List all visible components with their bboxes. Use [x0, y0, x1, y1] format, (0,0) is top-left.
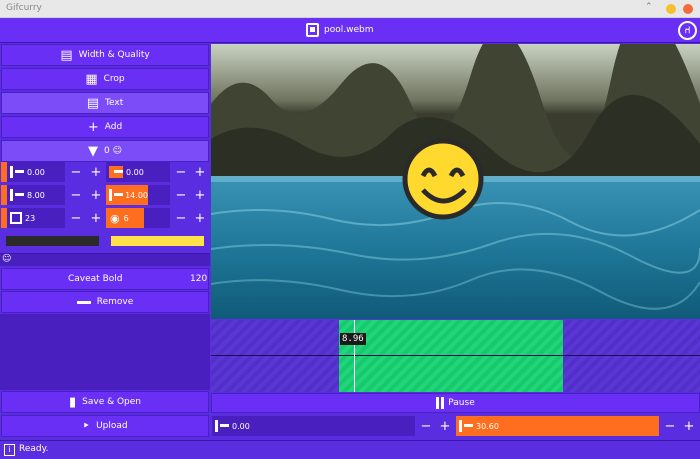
clip-end-minus-button[interactable]: −: [661, 416, 679, 436]
text-y-plus-button[interactable]: +: [191, 162, 209, 182]
text-y-value: 0.00: [126, 167, 144, 177]
text-end-field-rest[interactable]: [148, 185, 170, 205]
playhead-time: 8.96: [340, 333, 366, 345]
status-bar: i Ready.: [0, 440, 700, 459]
file-icon: [306, 23, 319, 37]
minus-icon: [76, 300, 91, 304]
text-start-plus-button[interactable]: +: [87, 185, 105, 205]
add-button[interactable]: + Add: [1, 116, 209, 138]
text-outline-minus-button[interactable]: −: [172, 208, 190, 228]
width-quality-button[interactable]: ▤ Width & Quality: [1, 44, 209, 66]
upload-button[interactable]: ‣ Upload: [1, 415, 209, 437]
clip-range[interactable]: [339, 320, 563, 392]
minimize-button[interactable]: [666, 4, 676, 14]
fill-color-swatch[interactable]: [110, 235, 205, 247]
clip-start-minus-button[interactable]: −: [417, 416, 435, 436]
text-button[interactable]: ▤ Text: [1, 92, 209, 114]
playhead[interactable]: [354, 320, 355, 392]
sidebar-empty-area: [0, 314, 210, 390]
remove-label: Remove: [96, 297, 134, 307]
start-time-icon: [10, 189, 24, 201]
rotation-icon: [10, 212, 22, 224]
font-selector[interactable]: Caveat Bold 120: [1, 268, 209, 290]
crop-button[interactable]: ▦ Crop: [1, 68, 209, 90]
clip-start-plus-button[interactable]: +: [436, 416, 454, 436]
text-outline-plus-button[interactable]: +: [191, 208, 209, 228]
text-start-value: 8.00: [27, 190, 45, 200]
outline-color-swatch[interactable]: [5, 235, 100, 247]
text-end-minus-button[interactable]: −: [172, 185, 190, 205]
text-x-plus-button[interactable]: +: [87, 162, 105, 182]
width-quality-icon: ▤: [60, 47, 73, 63]
text-document-icon: ▤: [86, 95, 100, 111]
timeline-center-line: [211, 355, 700, 356]
clip-end-plus-button[interactable]: +: [680, 416, 698, 436]
save-open-button[interactable]: ▮ Save & Open: [1, 391, 209, 413]
crop-icon: ▦: [85, 71, 98, 87]
window-title: Gifcurry: [6, 3, 42, 13]
text-rotation-field[interactable]: 23: [1, 208, 65, 228]
microphone-icon: ▼: [88, 143, 98, 159]
text-label: Text: [105, 98, 124, 108]
upload-label: Upload: [96, 421, 128, 431]
upload-icon: ‣: [82, 418, 91, 434]
text-layer-index: 0 ☺: [104, 146, 122, 156]
text-y-field[interactable]: 0.00: [106, 162, 170, 182]
add-label: Add: [104, 122, 123, 132]
text-content-value: ☺: [2, 254, 12, 264]
video-preview: [211, 44, 700, 319]
text-outline-value: 6: [123, 213, 129, 223]
clip-end-field[interactable]: 30.60: [456, 416, 659, 436]
crop-label: Crop: [103, 74, 125, 84]
width-quality-label: Width & Quality: [78, 50, 150, 60]
text-start-field[interactable]: 8.00: [1, 185, 65, 205]
text-start-minus-button[interactable]: −: [67, 185, 85, 205]
start-time-icon: [215, 420, 229, 432]
timeline[interactable]: 8.96: [211, 320, 700, 392]
text-y-minus-button[interactable]: −: [172, 162, 190, 182]
end-time-icon: [459, 420, 473, 432]
position-y-icon: [109, 166, 123, 178]
file-name: pool.webm: [324, 25, 374, 35]
clip-end-value: 30.60: [476, 421, 499, 431]
text-rotation-value: 23: [25, 213, 36, 223]
text-rotation-plus-button[interactable]: +: [87, 208, 105, 228]
text-content-input[interactable]: ☺: [0, 253, 210, 266]
info-icon: i: [4, 444, 15, 456]
status-text: Ready.: [19, 444, 49, 454]
text-layer-selector[interactable]: ▼ 0 ☺: [1, 140, 209, 162]
close-button[interactable]: [683, 4, 693, 14]
text-end-value: 14.00: [125, 190, 148, 200]
text-end-plus-button[interactable]: +: [191, 185, 209, 205]
save-open-label: Save & Open: [82, 397, 142, 407]
text-x-field[interactable]: 0.00: [1, 162, 65, 182]
text-outline-field-rest[interactable]: [144, 208, 170, 228]
text-x-value: 0.00: [27, 167, 45, 177]
outline-icon: ◉: [110, 211, 120, 225]
plus-icon: +: [87, 119, 99, 135]
app-logo-icon: ⑁: [678, 21, 697, 40]
collapse-icon[interactable]: ⌃: [645, 2, 653, 12]
position-x-icon: [10, 166, 24, 178]
window-titlebar: Gifcurry ⌃: [0, 0, 700, 18]
preview-image: [211, 44, 700, 319]
app-header: pool.webm ⑁: [0, 18, 700, 43]
text-rotation-minus-button[interactable]: −: [67, 208, 85, 228]
end-time-icon: [109, 189, 124, 201]
font-size: 120: [190, 274, 208, 284]
pause-label: Pause: [448, 398, 475, 408]
clip-start-field[interactable]: 0.00: [212, 416, 415, 436]
pause-icon: [436, 397, 445, 409]
clip-start-value: 0.00: [232, 421, 250, 431]
text-x-minus-button[interactable]: −: [67, 162, 85, 182]
pause-button[interactable]: Pause: [211, 393, 700, 413]
text-outline-field[interactable]: ◉ 6: [106, 208, 144, 228]
font-name: Caveat Bold: [68, 274, 123, 284]
remove-button[interactable]: Remove: [1, 291, 209, 313]
text-end-field[interactable]: 14.00: [106, 185, 148, 205]
document-icon: ▮: [68, 394, 77, 410]
